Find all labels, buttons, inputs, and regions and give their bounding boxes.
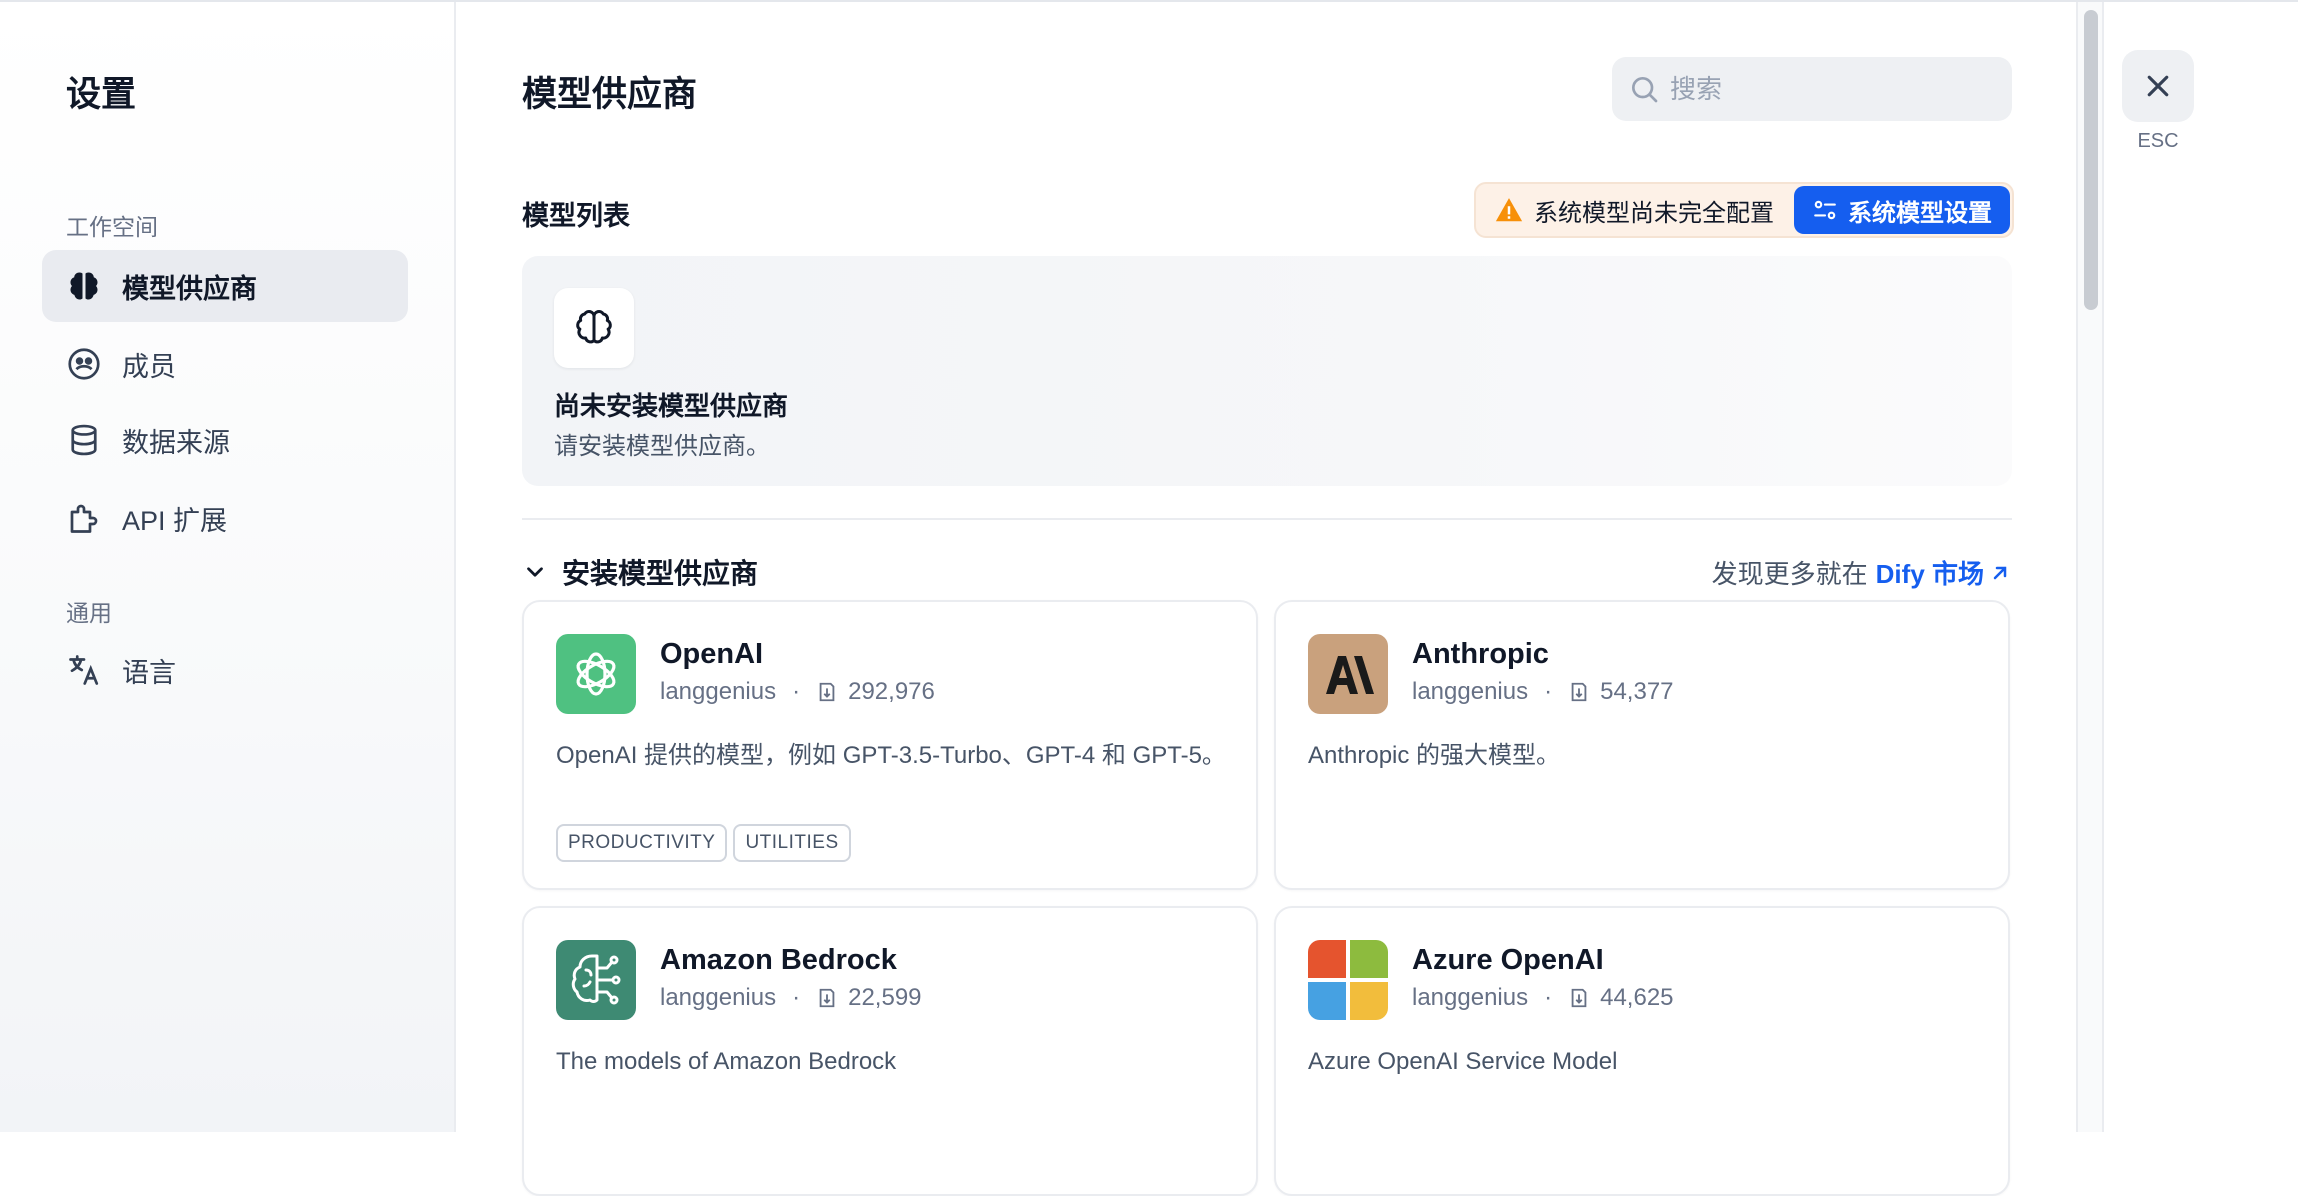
sidebar-item-label: 模型供应商 [122,273,257,304]
main-panel: 模型供应商 模型列表 系统模型尚未完全配置 系统模型设置 尚未安装模型供应商 请… [456,2,2076,1196]
settings-sliders-icon [1814,200,1836,220]
empty-state-card: 尚未安装模型供应商 请安装模型供应商。 [522,256,2012,486]
general-section-label: 通用 [66,600,112,626]
dify-marketplace-link[interactable]: Dify 市场 [1876,554,2012,591]
sidebar-item-members[interactable]: 成员 [42,328,408,400]
search-box[interactable] [1612,57,2012,121]
install-count-icon [1571,682,1587,702]
empty-state-description: 请安装模型供应商。 [554,433,770,460]
sidebar-item-label: 数据来源 [122,427,230,458]
members-icon [66,346,102,382]
warning-text: 系统模型尚未完全配置 [1534,199,1774,227]
install-count-icon [819,682,835,702]
sidebar-item-model-provider[interactable]: 模型供应商 [42,250,408,322]
model-list-title: 模型列表 [522,201,630,231]
provider-description: Azure OpenAI Service Model [1308,1048,1618,1075]
esc-hint: ESC [2137,130,2179,152]
provider-name: OpenAI [660,638,764,670]
provider-card-azure-openai[interactable]: Azure OpenAI langgenius · 44,625 Azure O… [1274,906,2010,1196]
provider-meta: langgenius · 292,976 [660,678,935,705]
sidebar-item-api-extension[interactable]: API 扩展 [42,482,408,554]
system-model-warning: 系统模型尚未完全配置 系统模型设置 [1474,182,2014,238]
provider-card-anthropic[interactable]: Anthropic langgenius · 54,377 Anthropic … [1274,600,2010,890]
sidebar-item-label: API 扩展 [122,505,228,536]
install-providers-toggle[interactable]: 安装模型供应商 [522,552,758,592]
database-icon [66,422,102,458]
page-title: 模型供应商 [522,75,698,114]
system-model-settings-button[interactable]: 系统模型设置 [1794,186,2010,234]
scrollbar-thumb[interactable] [2084,10,2098,310]
openai-logo-icon [556,634,636,714]
warning-icon [1495,198,1523,222]
microsoft-logo-icon [1308,940,1388,1020]
chevron-down-icon [527,567,543,577]
provider-description: The models of Amazon Bedrock [556,1048,897,1075]
search-icon [1632,77,1658,103]
discover-more: 发现更多就在 Dify 市场 [1712,554,2012,591]
provider-tags: PRODUCTIVITY UTILITIES [556,824,857,862]
empty-state-title: 尚未安装模型供应商 [554,391,789,421]
close-icon [2147,75,2169,97]
sidebar-item-language[interactable]: 语言 [42,634,408,706]
provider-card-amazon-bedrock[interactable]: Amazon Bedrock langgenius · 22,599 The m… [522,906,1258,1196]
provider-meta: langgenius · 54,377 [1412,678,1674,705]
anthropic-logo-icon [1308,634,1388,714]
sidebar-item-label: 语言 [122,657,176,688]
bedrock-logo-icon [556,940,636,1020]
sidebar-title: 设置 [66,75,137,114]
divider [522,518,2012,520]
close-button[interactable] [2122,50,2194,122]
provider-meta: langgenius · 44,625 [1412,984,1674,1011]
install-count-icon [819,988,835,1008]
workspace-section-label: 工作空间 [66,214,158,240]
translate-icon [66,652,102,688]
sidebar-item-data-source[interactable]: 数据来源 [42,404,408,476]
provider-meta: langgenius · 22,599 [660,984,922,1011]
brain-icon [66,268,102,304]
provider-description: OpenAI 提供的模型，例如 GPT-3.5-Turbo、GPT-4 和 GP… [556,742,1226,769]
search-input[interactable] [1668,72,1992,106]
provider-name: Azure OpenAI [1412,944,1604,976]
puzzle-icon [66,500,102,536]
tag: UTILITIES [733,824,851,862]
install-count-icon [1571,988,1587,1008]
scrollbar[interactable] [2076,2,2104,1132]
provider-card-openai[interactable]: OpenAI langgenius · 292,976 OpenAI 提供的模型… [522,600,1258,890]
tag: PRODUCTIVITY [556,824,728,862]
install-providers-header: 安装模型供应商 [562,558,759,589]
sidebar-item-label: 成员 [122,351,176,382]
brain-outline-icon [554,288,634,368]
settings-sidebar: 设置 工作空间 模型供应商 成员 数据来源 API 扩展 通用 语言 [0,2,456,1132]
arrow-up-right-icon [1993,566,2007,579]
provider-description: Anthropic 的强大模型。 [1308,742,1561,769]
provider-name: Amazon Bedrock [660,944,897,976]
provider-name: Anthropic [1412,638,1549,670]
